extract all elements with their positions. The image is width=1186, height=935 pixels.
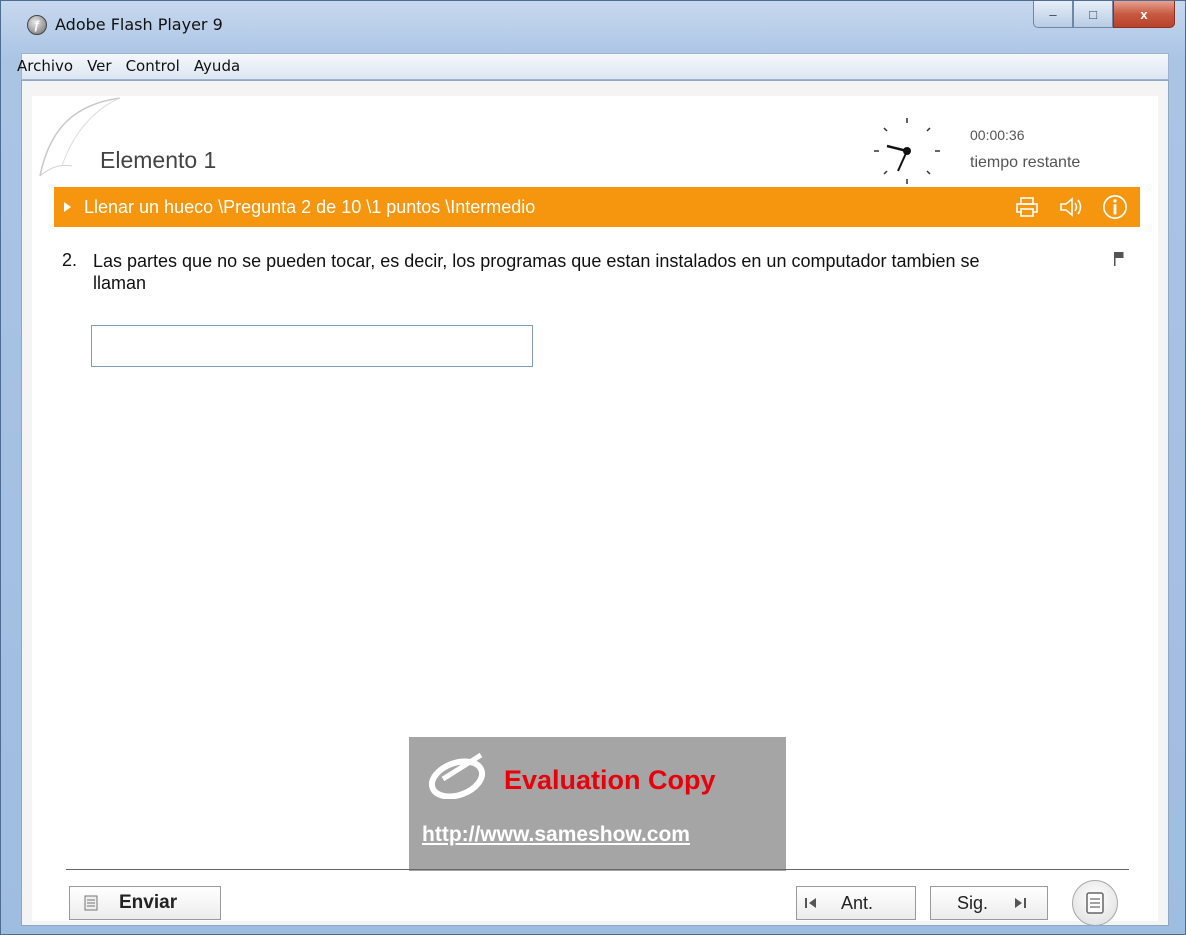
menu-control[interactable]: Control <box>119 53 187 80</box>
flash-player-icon: ƒ <box>27 15 47 35</box>
previous-button[interactable]: Ant. <box>796 886 916 920</box>
print-icon[interactable] <box>1014 194 1040 220</box>
time-remaining-label: tiempo restante <box>970 154 1081 171</box>
menu-ayuda[interactable]: Ayuda <box>187 53 247 80</box>
bullet-arrow-icon <box>64 202 71 212</box>
send-label: Enviar <box>119 892 178 913</box>
question-tools <box>1014 187 1128 227</box>
watermark-url[interactable]: http://www.sameshow.com <box>422 823 690 847</box>
sound-icon[interactable] <box>1058 194 1084 220</box>
notes-button[interactable] <box>1072 880 1118 925</box>
question-text: Las partes que no se pueden tocar, es de… <box>93 251 980 293</box>
time-remaining-value: 00:00:36 <box>970 127 1025 143</box>
menu-bar: Archivo Ver Control Ayuda <box>17 53 1169 80</box>
clock-icon <box>874 118 940 184</box>
previous-arrow-icon <box>805 898 816 908</box>
answer-input[interactable] <box>91 325 533 367</box>
title-bar[interactable]: ƒ Adobe Flash Player 9 – □ x <box>1 1 1185 51</box>
close-button[interactable]: x <box>1113 1 1175 28</box>
question-info-text: Llenar un hueco \Pregunta 2 de 10 \1 pun… <box>84 196 536 217</box>
next-button[interactable]: Sig. <box>930 886 1048 920</box>
next-label: Sig. <box>957 892 989 913</box>
footer-divider <box>66 869 1129 870</box>
info-icon[interactable] <box>1102 194 1128 220</box>
previous-label: Ant. <box>841 892 874 913</box>
flag-icon[interactable] <box>1114 252 1124 266</box>
question-info-bar: Llenar un hueco \Pregunta 2 de 10 \1 pun… <box>54 187 1140 227</box>
window-title: Adobe Flash Player 9 <box>55 15 223 34</box>
element-title: Elemento 1 <box>100 147 217 173</box>
next-arrow-icon <box>1015 898 1027 908</box>
question-number: 2. <box>62 250 78 270</box>
minimize-button[interactable]: – <box>1033 1 1073 28</box>
maximize-button[interactable]: □ <box>1073 1 1113 28</box>
list-icon <box>84 895 98 911</box>
quiz-content: Elemento 1 00:00:36 tiempo restante Llen… <box>21 80 1169 926</box>
flash-player-window: ƒ Adobe Flash Player 9 – □ x Archivo Ver… <box>0 0 1186 935</box>
window-controls: – □ x <box>1033 1 1175 31</box>
notes-icon <box>1086 892 1104 914</box>
menu-archivo[interactable]: Archivo <box>10 53 80 80</box>
watermark-title: Evaluation Copy <box>504 765 716 795</box>
evaluation-watermark: Evaluation Copy http://www.sameshow.com <box>409 737 786 871</box>
sameshow-logo <box>428 752 486 799</box>
menu-ver[interactable]: Ver <box>80 53 119 80</box>
send-button[interactable]: Enviar <box>69 886 221 920</box>
